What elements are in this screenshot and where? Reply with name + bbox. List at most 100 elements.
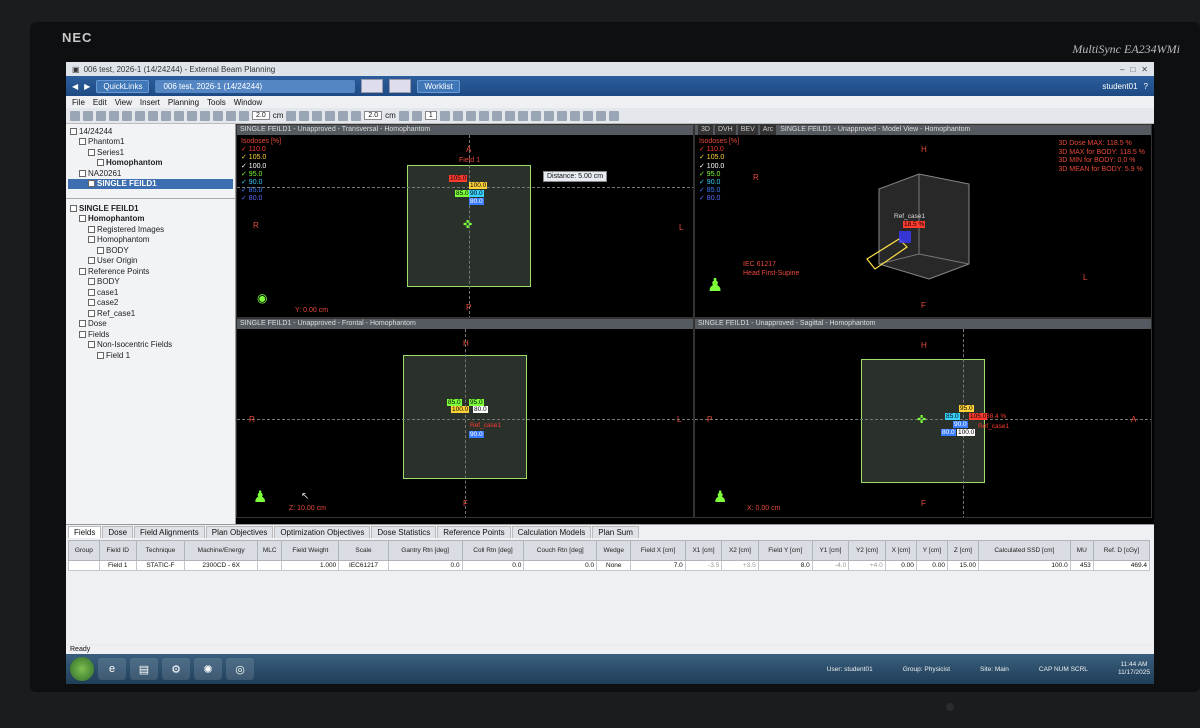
tab-3d[interactable]: 3D (698, 125, 713, 135)
tab-fields[interactable]: Fields (68, 526, 102, 538)
tree-node[interactable]: Registered Images (68, 224, 233, 235)
tool-icon[interactable] (226, 110, 236, 121)
maximize-icon[interactable]: □ (1130, 65, 1135, 74)
isodose-level[interactable]: ✓ 80.0 (699, 195, 739, 203)
tree-node[interactable]: NA20261 (68, 168, 233, 179)
column-header[interactable]: Y1 [cm] (811, 540, 850, 561)
clock[interactable]: 11:44 AM 11/17/2025 (1118, 661, 1150, 677)
table-cell[interactable]: STATIC-F (135, 560, 186, 571)
tool-icon[interactable] (556, 110, 567, 121)
search-icon[interactable] (389, 79, 412, 93)
tool-icon[interactable] (161, 110, 171, 121)
isodose-level[interactable]: ✓ 85.0 (699, 187, 739, 195)
tool-icon[interactable] (109, 110, 119, 121)
isodose-level[interactable]: ✓ 110.0 (241, 146, 281, 154)
column-header[interactable]: Machine/Energy (184, 540, 259, 561)
column-header[interactable]: X1 [cm] (684, 540, 723, 561)
frontal-view[interactable]: SINGLE FEILD1 - Unapproved - Frontal - H… (236, 318, 694, 518)
tree-node[interactable]: case2 (68, 298, 233, 309)
column-header[interactable]: Field Weight (281, 540, 340, 561)
column-header[interactable]: Ref. D [cGy] (1092, 540, 1151, 561)
isodose-level[interactable]: ✓ 90.0 (241, 179, 281, 187)
menu-planning[interactable]: Planning (168, 98, 199, 107)
tool-icon[interactable] (83, 110, 93, 121)
tool-icon[interactable] (530, 110, 541, 121)
settings-icon[interactable]: ⚙ (162, 658, 190, 680)
isodose-level[interactable]: ✓ 95.0 (241, 171, 281, 179)
back-arrow-icon[interactable]: ◀ (72, 82, 78, 91)
tab-bev[interactable]: BEV (737, 125, 758, 135)
isodose-level[interactable]: ✓ 85.0 (241, 187, 281, 195)
help-icon[interactable]: ? (1144, 82, 1148, 91)
isodose-level[interactable]: ✓ 100.0 (241, 163, 281, 171)
column-header[interactable]: Couch Rtn [deg] (523, 540, 598, 561)
isodose-level[interactable]: ✓ 105.0 (699, 154, 739, 162)
tool-icon[interactable] (517, 110, 528, 121)
tab-dose-statistics[interactable]: Dose Statistics (371, 526, 437, 538)
tree-node[interactable]: 14/24244 (68, 126, 233, 137)
table-cell[interactable]: 100.0 (977, 560, 1071, 571)
tool-icon[interactable] (174, 110, 184, 121)
tool-icon[interactable] (200, 110, 210, 121)
tree-node[interactable]: SINGLE FEILD1 (68, 203, 233, 214)
tree-node[interactable]: Fields (68, 329, 233, 340)
tree-node[interactable]: BODY (68, 277, 233, 288)
step-input[interactable]: 1 (424, 111, 437, 120)
column-header[interactable]: Technique (135, 540, 186, 561)
table-cell[interactable]: 453 (1069, 560, 1094, 571)
table-cell[interactable] (257, 560, 283, 571)
table-cell[interactable]: 0.00 (915, 560, 948, 571)
minimize-icon[interactable]: – (1120, 65, 1124, 74)
tool-icon[interactable] (338, 110, 349, 121)
isodose-level[interactable]: ✓ 110.0 (699, 146, 739, 154)
eclipse-app-icon[interactable]: ✺ (194, 658, 222, 680)
clear-icon[interactable] (361, 79, 384, 93)
tab-dvh[interactable]: DVH (714, 125, 736, 135)
tool-icon[interactable] (286, 110, 297, 121)
quicklinks-button[interactable]: QuickLinks (96, 79, 150, 93)
tool-icon[interactable] (439, 110, 450, 121)
column-header[interactable]: Field Y [cm] (757, 540, 813, 561)
tab-plan-sum[interactable]: Plan Sum (592, 526, 639, 538)
tool-icon[interactable] (239, 110, 249, 121)
close-icon[interactable]: ✕ (1141, 65, 1148, 74)
tree-node[interactable]: Homophantom (68, 235, 233, 246)
column-header[interactable]: Coll Rtn [deg] (461, 540, 525, 561)
column-header[interactable]: X2 [cm] (721, 540, 759, 561)
worklist-button[interactable]: Worklist (417, 79, 460, 93)
table-cell[interactable]: None (596, 560, 632, 571)
column-header[interactable]: Gantry Rtn [deg] (387, 540, 463, 561)
tree-node[interactable]: BODY (68, 245, 233, 256)
distance-measure[interactable]: Distance: 5.00 cm (543, 171, 608, 182)
tree-node[interactable]: case1 (68, 287, 233, 298)
start-button[interactable] (70, 657, 94, 681)
tool-icon[interactable] (595, 110, 606, 121)
column-header[interactable]: Calculated SSD [cm] (977, 540, 1071, 561)
menu-view[interactable]: View (115, 98, 132, 107)
model-view[interactable]: 3D DVH BEV Arc SINGLE FEILD1 - Unapproved - … (694, 124, 1152, 318)
grid-size-input[interactable]: 2.0 (252, 111, 270, 120)
menu-edit[interactable]: Edit (93, 98, 107, 107)
tool-icon[interactable] (543, 110, 554, 121)
isodose-level[interactable]: ✓ 105.0 (241, 154, 281, 162)
tree-node[interactable]: SINGLE FEILD1 (68, 178, 233, 189)
tool-icon[interactable] (325, 110, 336, 121)
tool-icon[interactable] (351, 110, 362, 121)
table-cell[interactable]: -4.0 (811, 560, 850, 571)
tool-icon[interactable] (312, 110, 323, 121)
tree-node[interactable]: User Origin (68, 256, 233, 267)
column-header[interactable]: Scale (338, 540, 389, 561)
isodose-level[interactable]: ✓ 95.0 (699, 171, 739, 179)
tool-icon[interactable] (608, 110, 619, 121)
column-header[interactable]: Field X [cm] (630, 540, 686, 561)
column-header[interactable]: Z [cm] (946, 540, 979, 561)
tool-icon[interactable] (582, 110, 593, 121)
user-menu[interactable]: student01 (1102, 82, 1137, 91)
column-header[interactable]: Wedge (596, 540, 632, 561)
column-header[interactable]: Field ID (98, 540, 137, 561)
table-cell[interactable]: 0.00 (884, 560, 917, 571)
tab-calculation-models[interactable]: Calculation Models (511, 526, 592, 538)
tree-node[interactable]: Dose (68, 319, 233, 330)
column-header[interactable]: Y [cm] (915, 540, 948, 561)
tool-icon[interactable] (187, 110, 197, 121)
